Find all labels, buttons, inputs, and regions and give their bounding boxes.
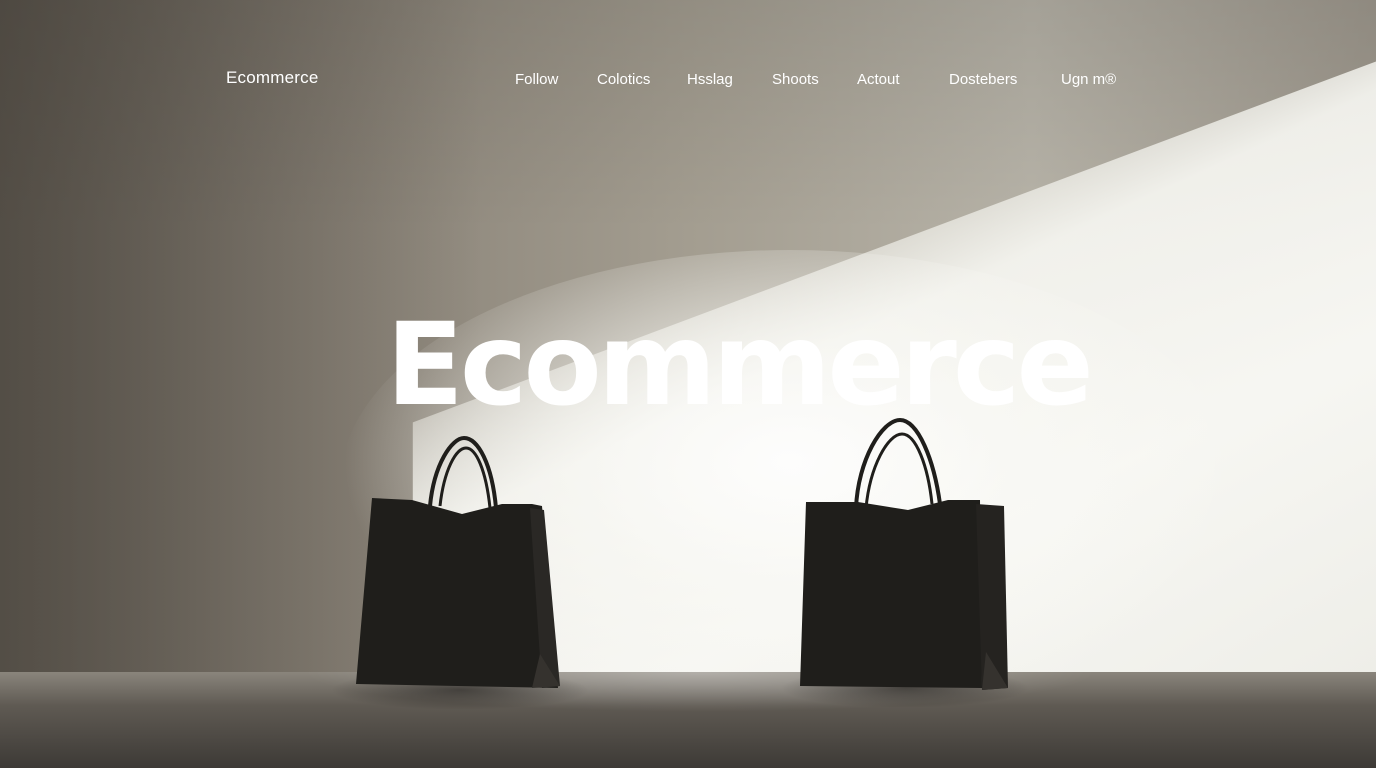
floor [0,672,1376,768]
nav-item-follow[interactable]: Follow [515,71,558,88]
nav-item-actout[interactable]: Actout [857,71,900,88]
nav-item-sign-in[interactable]: Ugn m® [1061,71,1116,88]
hero-title: Ecommerce [386,298,1094,431]
shopping-bag-icon [352,434,564,692]
nav-item-shoots[interactable]: Shoots [772,71,819,88]
top-nav: Follow Colotics Hsslag Shoots Actout Dos… [0,71,1376,91]
nav-item-dostebers[interactable]: Dostebers [949,71,1017,88]
nav-item-hsslag[interactable]: Hsslag [687,71,733,88]
hero-section: Ecommerce Follow Colotics Hsslag Shoots … [0,0,1376,768]
shopping-bag-icon [798,416,1010,694]
nav-item-colotics[interactable]: Colotics [597,71,650,88]
